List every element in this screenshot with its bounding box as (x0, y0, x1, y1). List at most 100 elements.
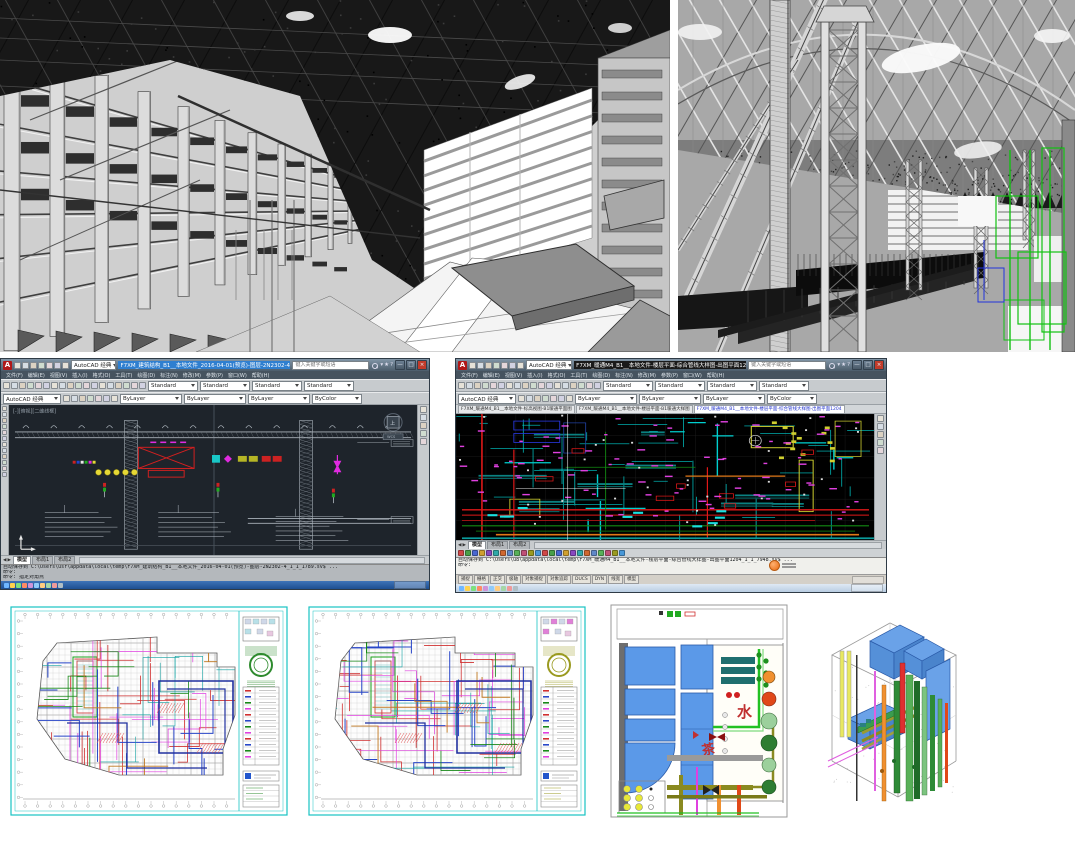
app-logo-icon[interactable]: A (3, 361, 12, 370)
open-icon[interactable] (477, 362, 484, 369)
taskbar-app-icon[interactable] (542, 550, 548, 556)
taskbar-app-icon[interactable] (16, 583, 21, 588)
taskbar-app-icon[interactable] (500, 550, 506, 556)
menu-item[interactable]: 标注(N) (615, 372, 633, 379)
status-toggle[interactable]: 极轴 (506, 575, 521, 584)
menu-item[interactable]: 绘图(D) (137, 372, 155, 379)
infocenter-icon[interactable]: ? (390, 362, 393, 368)
horizontal-scrollbar[interactable] (79, 557, 425, 564)
print-icon[interactable] (38, 362, 45, 369)
undo-icon[interactable] (530, 382, 537, 389)
show-motion-icon[interactable] (420, 438, 427, 445)
menu-item[interactable]: 修改(M) (183, 372, 201, 379)
workspace-combo-2[interactable]: AutoCAD 经典 (3, 394, 61, 404)
ortho-icon[interactable] (534, 395, 541, 402)
properties-icon[interactable] (123, 382, 130, 389)
infocenter-icon[interactable]: ★ (841, 362, 846, 368)
menu-item[interactable]: 视图(V) (505, 372, 522, 379)
search-icon[interactable] (828, 362, 835, 369)
taskbar-app-icons[interactable] (4, 583, 63, 588)
taskbar-app-icon[interactable] (465, 550, 471, 556)
copy-icon[interactable] (2, 460, 7, 465)
undo-icon[interactable] (501, 362, 508, 369)
infocenter-icon[interactable]: ? (847, 362, 850, 368)
taskbar-app-icon[interactable] (34, 583, 39, 588)
layout-tab[interactable]: 布局1 (487, 541, 508, 549)
workspace-combo[interactable]: AutoCAD 经典 (526, 360, 572, 370)
quick-access-toolbar[interactable] (14, 362, 69, 369)
nav-wheel-icon[interactable] (877, 415, 884, 422)
window-control-button[interactable]: × (874, 360, 884, 370)
pan-icon[interactable] (420, 414, 427, 421)
redo-icon[interactable] (538, 382, 545, 389)
table-style-combo[interactable]: Standard (707, 381, 757, 391)
navigation-toolbar[interactable] (874, 414, 886, 540)
layout-tab[interactable]: 布局1 (32, 556, 53, 564)
mleader-style-combo[interactable]: Standard (304, 381, 354, 391)
infocenter-icon[interactable]: ★ (384, 362, 389, 368)
rotate-icon[interactable] (2, 466, 7, 471)
print-icon[interactable] (27, 382, 34, 389)
menu-item[interactable]: 插入(I) (72, 372, 87, 379)
ortho-icon[interactable] (79, 395, 86, 402)
taskbar-app-icon[interactable] (28, 583, 33, 588)
window-control-button[interactable]: — (395, 360, 405, 370)
plugin-badge-icon[interactable] (769, 560, 780, 571)
undo-icon[interactable] (75, 382, 82, 389)
dim-style-combo[interactable]: Standard (655, 381, 705, 391)
layout-tab[interactable]: 布局2 (54, 556, 75, 564)
status-toggle[interactable]: 栅格 (474, 575, 489, 584)
menu-item[interactable]: 编辑(E) (483, 372, 500, 379)
layout-tab[interactable]: 模型 (13, 556, 31, 564)
menu-item[interactable]: 参数(P) (661, 372, 678, 379)
save-icon[interactable] (485, 362, 492, 369)
zoom-realtime-icon[interactable] (554, 382, 561, 389)
taskbar-app-icon[interactable] (612, 550, 618, 556)
zoom-icon[interactable] (877, 431, 884, 438)
taskbar-app-icons[interactable] (459, 586, 518, 591)
command-prompt[interactable]: 命令: (458, 563, 884, 568)
menu-item[interactable]: 标注(N) (160, 372, 178, 379)
taskbar-app-icon[interactable] (458, 550, 464, 556)
copy-icon[interactable] (51, 382, 58, 389)
infocenter-search-input[interactable] (292, 361, 369, 370)
layer-states-icon[interactable] (558, 395, 565, 402)
arc-icon[interactable] (2, 424, 7, 429)
taskbar-app-icon[interactable] (556, 550, 562, 556)
grid-icon[interactable] (71, 395, 78, 402)
taskbar-app-icon[interactable] (493, 550, 499, 556)
taskbar-app-icon[interactable] (465, 586, 470, 591)
taskbar-app-icon[interactable] (535, 550, 541, 556)
windows-taskbar[interactable] (1, 581, 429, 589)
taskbar-app-icon[interactable] (10, 583, 15, 588)
taskbar-app-icon[interactable] (619, 550, 625, 556)
plugin-toolbar[interactable] (456, 549, 886, 557)
menu-item[interactable]: 插入(I) (527, 372, 542, 379)
osnap-icon[interactable] (542, 395, 549, 402)
status-tray[interactable] (852, 576, 884, 584)
taskbar-app-icon[interactable] (472, 550, 478, 556)
zoom-window-icon[interactable] (562, 382, 569, 389)
orbit-icon[interactable] (420, 430, 427, 437)
file-tab[interactable]: F7XM_暖通M4_B1__本地文件-标高视图-B1暖通平面图 (458, 405, 575, 413)
taskbar-app-icon[interactable] (489, 586, 494, 591)
taskbar-app-icon[interactable] (477, 586, 482, 591)
menu-item[interactable]: 格式(O) (548, 372, 566, 379)
qnew-icon[interactable] (14, 362, 21, 369)
redo-icon[interactable] (83, 382, 90, 389)
cut-icon[interactable] (43, 382, 50, 389)
rectangle-icon[interactable] (2, 430, 7, 435)
open-icon[interactable] (11, 382, 18, 389)
redo-icon[interactable] (54, 362, 61, 369)
cut-icon[interactable] (498, 382, 505, 389)
horizontal-scrollbar[interactable] (534, 542, 882, 549)
quick-access-toolbar[interactable] (469, 362, 524, 369)
circle-icon[interactable] (2, 418, 7, 423)
tool-palettes-icon[interactable] (139, 382, 146, 389)
print-icon[interactable] (493, 362, 500, 369)
open-icon[interactable] (22, 362, 29, 369)
lineweight-combo[interactable]: ByColor (767, 394, 817, 404)
tab-nav-arrow[interactable]: ◀ (458, 543, 461, 548)
dim-style-combo[interactable]: Standard (200, 381, 250, 391)
taskbar-app-icon[interactable] (495, 586, 500, 591)
